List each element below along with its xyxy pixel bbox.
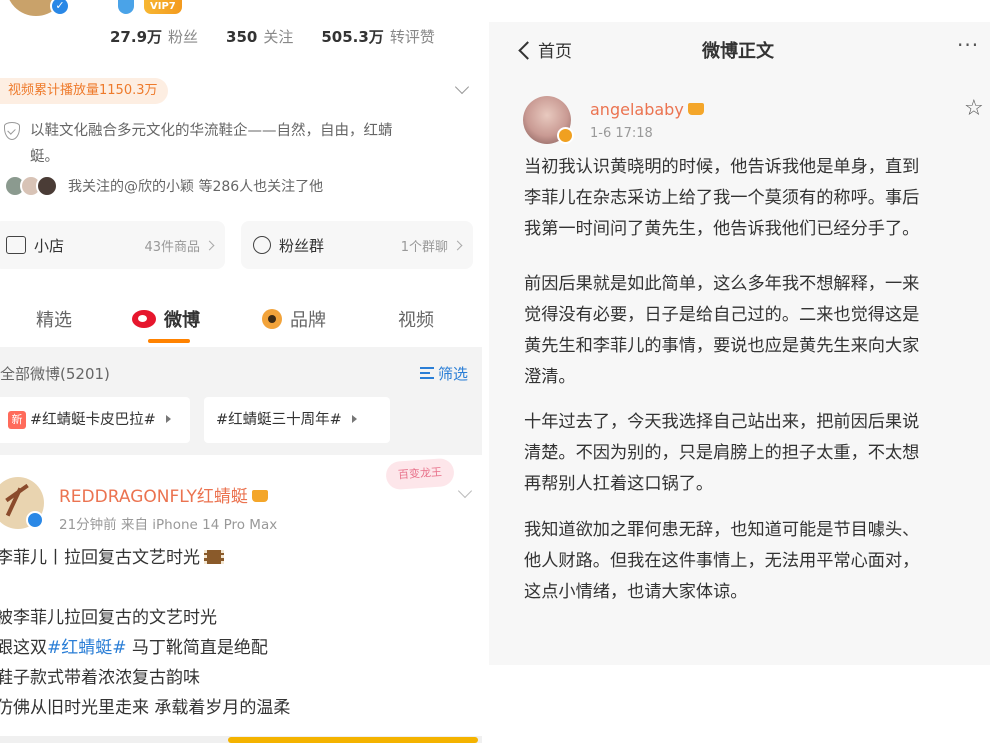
body-line: 这点小情绪，也请大家体谅。 [524, 582, 748, 602]
shop-icon [6, 236, 26, 254]
sticker-decoration: 百变龙王 [385, 457, 455, 491]
topic-link[interactable]: #红蜻蜓# [47, 638, 127, 658]
filter-icon [420, 367, 434, 379]
level-badge-icon [118, 0, 134, 14]
verified-badge-icon [557, 127, 574, 144]
body-line: 前因后果就是如此简单，这么多年我不想解释，一来 [524, 274, 920, 294]
profile-stats: 27.9万 粉丝 350 关注 505.3万 转评赞 [110, 26, 435, 47]
more-options-icon[interactable]: ··· [957, 33, 979, 57]
new-badge: 新 [8, 411, 26, 429]
post-line: 仿佛从旧时光里走来 承载着岁月的温柔 [0, 698, 291, 718]
brand-logo-icon [262, 309, 282, 329]
verified-badge-icon [26, 511, 44, 529]
mutual-avatars [0, 175, 58, 197]
crown-icon [687, 103, 704, 115]
fan-group-count: 1个群聊 [400, 239, 448, 255]
body-line: 当初我认识黄晓明的时候，他告诉我他是单身，直到 [524, 157, 920, 177]
tab-brand[interactable]: 品牌 [262, 306, 326, 332]
body-line: 觉得没有必要，日子是给自己过的。二来也觉得这是 [524, 305, 920, 325]
shop-label: 小店 [34, 236, 65, 255]
all-weibo-count[interactable]: 全部微博(5201) [0, 363, 110, 384]
body-line: 我知道欲加之罪何患无辞，也知道可能是节目噱头、 [524, 520, 920, 540]
profile-bio: 以鞋文化融合多元文化的华流鞋企——自然，自由，红蜻 蜓。 [30, 123, 393, 165]
topic-tag[interactable]: #红蜻蜓三十周年# [204, 397, 390, 443]
active-tab-indicator [148, 339, 190, 343]
body-line: 再帮别人扛着这口锅了。 [524, 474, 714, 494]
avatar [36, 175, 58, 197]
body-line: 澄清。 [524, 367, 576, 387]
post-detail-header: 首页 微博正文 ··· [489, 22, 990, 74]
stat-followers[interactable]: 27.9万 粉丝 [110, 26, 198, 47]
filter-button[interactable]: 筛选 [420, 363, 468, 384]
body-line: 十年过去了，今天我选择自己站出来，把前因后果说 [524, 412, 920, 432]
profile-badges: VIP7 [118, 0, 182, 14]
fan-group-label: 粉丝群 [279, 236, 325, 255]
tab-weibo[interactable]: 微博 [132, 306, 200, 332]
author-name[interactable]: angelababy [590, 100, 704, 119]
crown-icon [251, 490, 268, 502]
stat-interactions[interactable]: 505.3万 转评赞 [321, 26, 434, 47]
brand-profile-panel: ✓ VIP7 27.9万 粉丝 350 关注 505.3万 转评赞 视频累计播放量11… [0, 0, 482, 743]
expand-chevron-icon[interactable] [454, 79, 470, 95]
body-line: 他人财路。但我在这件事情上，无法用平常心面对， [524, 551, 920, 571]
play-arrow-icon [351, 415, 357, 423]
body-line: 李菲儿在杂志采访上给了我一个莫须有的称呼。事后 [524, 188, 920, 208]
shop-card[interactable]: 小店 43件商品 [0, 221, 225, 269]
star-icon[interactable]: ☆ [964, 96, 984, 121]
play-arrow-icon [165, 415, 171, 423]
tab-video[interactable]: 视频 [398, 306, 434, 332]
back-button[interactable]: 首页 [518, 37, 572, 62]
page-title: 微博正文 [702, 41, 774, 62]
video-views-badge[interactable]: 视频累计播放量1150.3万 [0, 78, 168, 104]
film-icon [204, 550, 224, 564]
post-line: 鞋子款式带着浓浓复古韵味 [0, 668, 200, 688]
profile-tabs: 精选 微博 品牌 视频 [0, 296, 482, 342]
chevron-right-icon [204, 240, 215, 250]
post-author-name[interactable]: REDDRAGONFLY红蜻蜓 [59, 482, 268, 507]
vip-badge[interactable]: VIP7 [144, 0, 182, 14]
body-line: 黄先生和李菲儿的事情，要说也应是黄先生来向大家 [524, 336, 920, 356]
body-line: 我第一时间问了黄先生，他告诉我他们已经分手了。 [524, 219, 920, 239]
tab-featured[interactable]: 精选 [36, 306, 72, 332]
post-date: 1-6 17:18 [590, 126, 653, 141]
chevron-down-icon[interactable] [457, 483, 473, 499]
post-line: 李菲儿丨拉回复古文艺时光 [0, 543, 224, 568]
fan-group-card[interactable]: 粉丝群 1个群聊 [241, 221, 473, 269]
weibo-logo-icon [132, 310, 156, 328]
topic-tag[interactable]: 新 #红蜻蜓卡皮巴拉# [0, 397, 190, 443]
mutual-followers[interactable]: 我关注的@欣的小颖 等286人也关注了他 [0, 174, 323, 198]
post-line: 被李菲儿拉回复古的文艺时光 [0, 608, 217, 628]
stat-following[interactable]: 350 关注 [226, 26, 293, 47]
body-line: 清楚。不因为别的，只是肩膀上的担子太重，不太想 [524, 443, 920, 463]
action-bar[interactable] [228, 737, 478, 743]
chevron-left-icon [518, 41, 537, 60]
post-detail-panel: 首页 微博正文 ··· angelababy 1-6 17:18 ☆ 当初我认识… [489, 22, 990, 665]
post-meta: 21分钟前 来自 iPhone 14 Pro Max [59, 517, 278, 533]
group-icon [253, 236, 271, 254]
mutual-followers-text: 我关注的@欣的小颖 等286人也关注了他 [68, 179, 324, 195]
profile-avatar[interactable]: ✓ [6, 0, 70, 16]
shop-count: 43件商品 [144, 239, 200, 255]
post-line: 跟这双#红蜻蜓# 马丁靴简直是绝配 [0, 638, 268, 658]
chevron-right-icon [452, 240, 463, 250]
verified-badge-icon: ✓ [50, 0, 70, 16]
